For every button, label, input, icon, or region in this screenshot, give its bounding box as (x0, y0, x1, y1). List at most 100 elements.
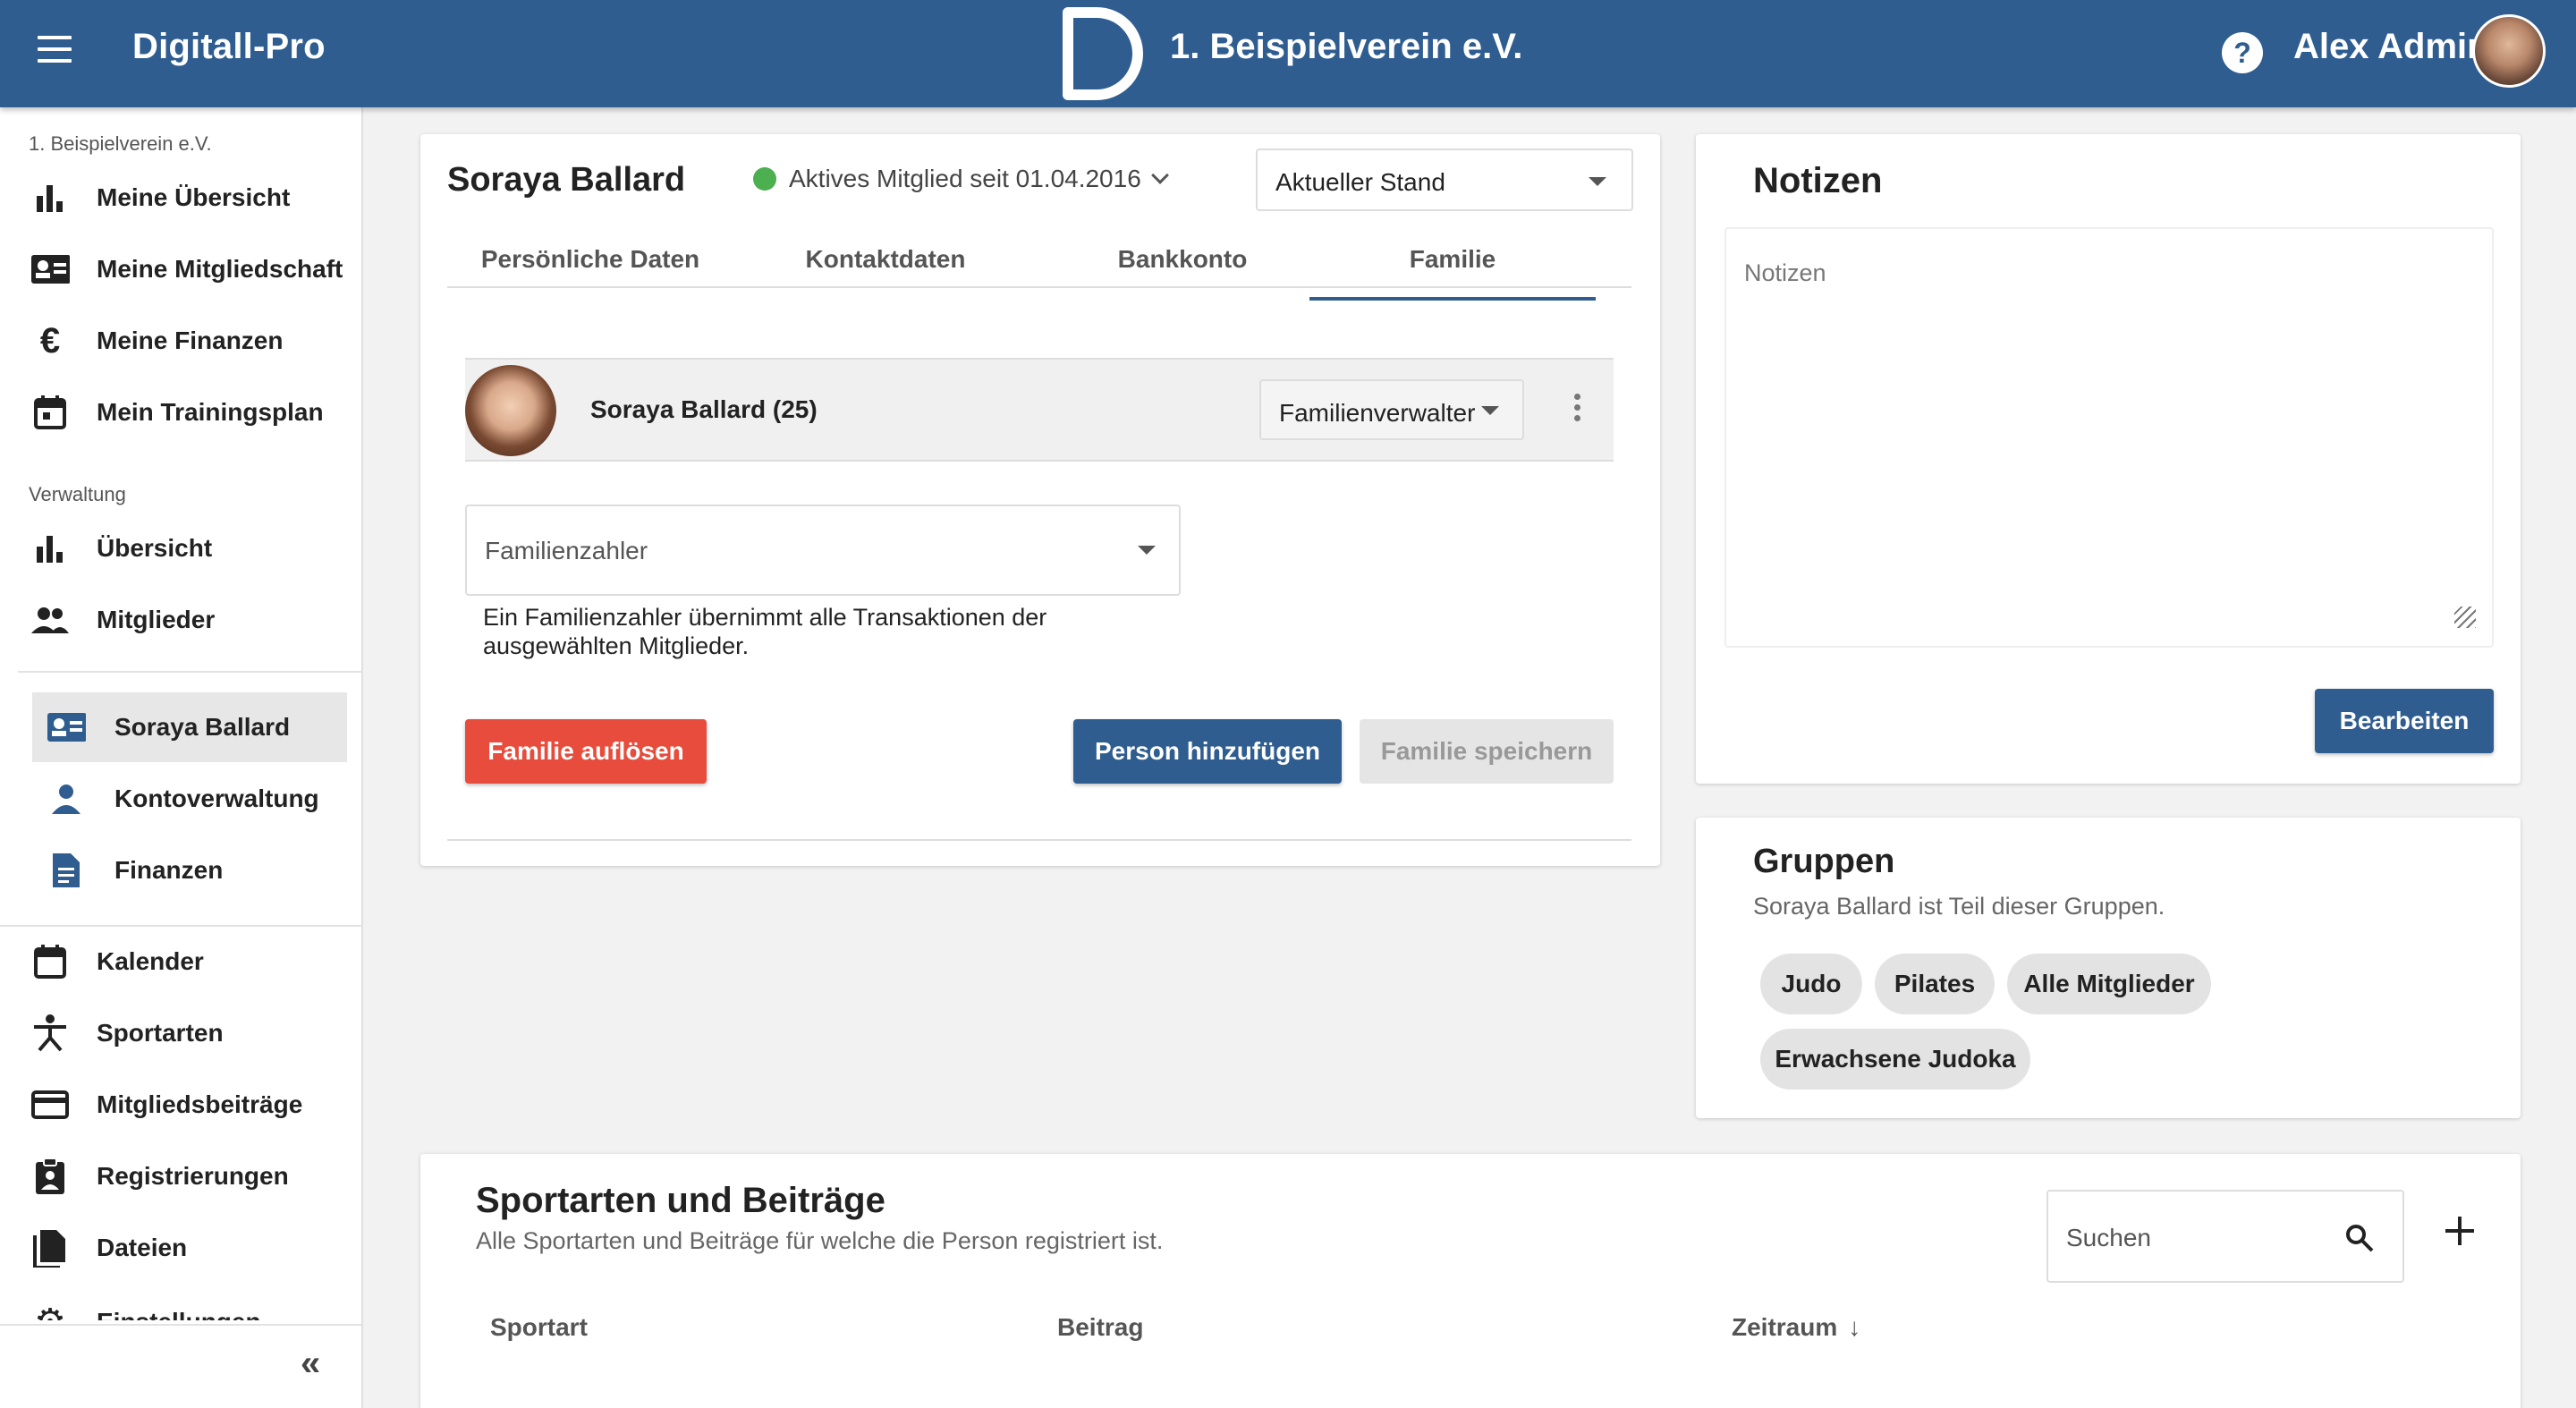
divider (447, 839, 1631, 841)
edit-notes-button[interactable]: Bearbeiten (2315, 689, 2494, 753)
group-chip[interactable]: Erwachsene Judoka (1760, 1029, 2030, 1090)
sidebar-item-soraya-ballard[interactable]: Soraya Ballard (32, 692, 347, 762)
dropdown-caret-icon (1481, 406, 1499, 415)
notes-placeholder: Notizen (1744, 259, 1826, 286)
notes-textarea[interactable]: Notizen (1724, 227, 2494, 648)
status-text: Aktives Mitglied seit 01.04.2016 (789, 165, 1141, 192)
sports-card: Sportarten und Beiträge Alle Sportarten … (420, 1154, 2521, 1408)
sidebar-item-label: Mein Trainingsplan (97, 398, 324, 426)
people-icon (30, 600, 70, 640)
family-member-row: Soraya Ballard (25) Familienverwalter (465, 358, 1614, 462)
user-avatar[interactable] (2472, 14, 2546, 88)
sidebar-item-registrierungen[interactable]: Registrierungen (0, 1141, 361, 1211)
group-chip[interactable]: Alle Mitglieder (2007, 954, 2211, 1014)
sidebar-item-label: Übersicht (97, 534, 213, 562)
top-app-bar: Digitall-Pro 1. Beispielverein e.V. ? Al… (0, 0, 2576, 107)
app-brand[interactable]: Digitall-Pro (132, 27, 326, 67)
sidebar-item-mein-trainingsplan[interactable]: Mein Trainingsplan (0, 377, 361, 447)
column-header-sportart[interactable]: Sportart (490, 1313, 588, 1342)
sidebar-item-mitgliedsbeitraege[interactable]: Mitgliedsbeiträge (0, 1070, 361, 1140)
sport-icon (30, 1014, 70, 1053)
sidebar-item-sportarten[interactable]: Sportarten (0, 998, 361, 1068)
status-dot-icon (753, 167, 776, 191)
family-role-value: Familienverwalter (1279, 399, 1476, 427)
family-payer-select[interactable]: Familienzahler (465, 505, 1181, 596)
notes-card: Notizen Notizen Bearbeiten (1696, 134, 2521, 784)
tab-kontaktdaten[interactable]: Kontaktdaten (742, 245, 1029, 274)
notes-title: Notizen (1753, 161, 1883, 200)
search-icon[interactable] (2345, 1224, 2374, 1252)
sidebar-item-meine-mitgliedschaft[interactable]: Meine Mitgliedschaft (0, 234, 361, 304)
euro-icon: € (39, 320, 61, 360)
sidebar-item-finanzen[interactable]: Finanzen (0, 835, 361, 905)
sidebar-item-label: Mitgliedsbeiträge (97, 1090, 303, 1118)
group-chip[interactable]: Judo (1760, 954, 1862, 1014)
sidebar-club-label: 1. Beispielverein e.V. (29, 132, 212, 155)
search-placeholder: Suchen (2066, 1224, 2151, 1251)
sports-title: Sportarten und Beiträge (476, 1181, 886, 1220)
member-tabs: Persönliche Daten Kontaktdaten Bankkonto… (447, 234, 1631, 288)
sidebar-divider (0, 1324, 361, 1326)
column-header-zeitraum[interactable]: Zeitraum ↓ (1732, 1313, 1860, 1342)
sidebar: 1. Beispielverein e.V. Meine Übersicht M… (0, 107, 363, 1408)
more-options-icon[interactable] (1574, 394, 1581, 426)
calendar-icon (30, 942, 70, 981)
help-icon[interactable]: ? (2222, 32, 2263, 73)
tab-bankkonto[interactable]: Bankkonto (1039, 245, 1326, 274)
sidebar-item-kontoverwaltung[interactable]: Kontoverwaltung (0, 764, 361, 834)
resize-handle-icon[interactable] (2454, 606, 2476, 628)
sidebar-item-meine-finanzen[interactable]: € Meine Finanzen (0, 306, 361, 376)
sidebar-item-label: Meine Mitgliedschaft (97, 255, 343, 283)
family-member-avatar (465, 365, 556, 456)
sidebar-item-uebersicht[interactable]: Übersicht (0, 513, 361, 583)
member-card-icon (47, 708, 86, 747)
tab-familie[interactable]: Familie (1309, 245, 1596, 274)
column-header-zeitraum-label: Zeitraum (1732, 1313, 1838, 1341)
gear-icon: ⚙ (30, 1302, 70, 1320)
clipboard-icon (30, 1157, 70, 1196)
sidebar-item-kalender[interactable]: Kalender (0, 927, 361, 997)
sidebar-item-label: Finanzen (114, 856, 224, 884)
add-person-button[interactable]: Person hinzufügen (1073, 719, 1342, 784)
family-role-select[interactable]: Familienverwalter (1259, 379, 1524, 440)
hamburger-menu-icon[interactable] (38, 36, 77, 72)
sports-subtitle: Alle Sportarten und Beiträge für welche … (476, 1227, 1164, 1254)
save-family-button[interactable]: Familie speichern (1360, 719, 1614, 784)
active-tab-indicator (1309, 297, 1596, 301)
group-chip[interactable]: Pilates (1875, 954, 1995, 1014)
files-icon (30, 1228, 70, 1268)
sidebar-section-verwaltung: Verwaltung (29, 483, 126, 505)
bar-chart-icon (30, 178, 70, 217)
stand-select[interactable]: Aktueller Stand (1256, 148, 1633, 211)
search-input[interactable]: Suchen (2046, 1190, 2404, 1283)
sidebar-item-einstellungen[interactable]: ⚙ Einstellungen (0, 1285, 361, 1320)
groups-subtitle: Soraya Ballard ist Teil dieser Gruppen. (1753, 893, 2165, 920)
sidebar-item-label: Meine Übersicht (97, 183, 291, 211)
dropdown-caret-icon (1138, 546, 1156, 555)
tab-persoenliche-daten[interactable]: Persönliche Daten (447, 245, 733, 274)
dissolve-family-button[interactable]: Familie auflösen (465, 719, 707, 784)
member-name: Soraya Ballard (447, 161, 686, 199)
sidebar-item-label: Sportarten (97, 1019, 224, 1047)
family-member-name[interactable]: Soraya Ballard (25) (590, 395, 818, 424)
person-icon (47, 779, 86, 819)
collapse-sidebar-icon[interactable]: « (301, 1344, 320, 1384)
member-card-icon (30, 250, 70, 289)
sidebar-item-mitglieder[interactable]: Mitglieder (0, 585, 361, 655)
family-payer-placeholder: Familienzahler (485, 537, 648, 564)
user-name[interactable]: Alex Admin (2293, 27, 2489, 67)
club-title: 1. Beispielverein e.V. (1170, 27, 1523, 66)
sidebar-item-label: Registrierungen (97, 1162, 289, 1190)
stand-select-value: Aktueller Stand (1275, 168, 1445, 196)
sidebar-item-label: Meine Finanzen (97, 327, 284, 354)
groups-title: Gruppen (1753, 843, 1895, 880)
calendar-icon (30, 393, 70, 432)
add-icon[interactable] (2444, 1215, 2476, 1247)
column-header-beitrag[interactable]: Beitrag (1057, 1313, 1143, 1342)
sidebar-divider (18, 671, 361, 673)
membership-status[interactable]: Aktives Mitglied seit 01.04.2016 (753, 165, 1169, 193)
sidebar-item-label: Soraya Ballard (114, 713, 291, 741)
sidebar-item-dateien[interactable]: Dateien (0, 1213, 361, 1283)
sidebar-item-meine-uebersicht[interactable]: Meine Übersicht (0, 163, 361, 233)
document-icon (47, 851, 86, 890)
